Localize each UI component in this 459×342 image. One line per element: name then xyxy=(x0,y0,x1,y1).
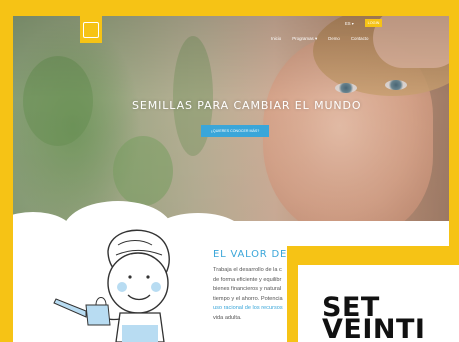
login-button[interactable]: LOGIN xyxy=(365,19,382,27)
hero-banner: ES ▾ LOGIN Inicio Programas ▾ Demo Conta… xyxy=(13,16,449,221)
watering-can-spout xyxy=(53,298,87,318)
site-logo[interactable] xyxy=(80,16,102,43)
hero-title: SEMILLAS PARA CAMBIAR EL MUNDO xyxy=(132,99,362,112)
nav-item-inicio[interactable]: Inicio xyxy=(271,36,281,42)
boy-eye xyxy=(128,275,132,279)
logo-mark-icon xyxy=(83,21,99,38)
watering-can xyxy=(85,304,111,326)
main-nav: Inicio Programas ▾ Demo Contacto xyxy=(271,36,368,42)
boy-illustration xyxy=(53,229,170,342)
card-title: SET VEINTI xyxy=(322,292,426,342)
boy-cheek xyxy=(117,282,127,292)
nav-item-programas[interactable]: Programas ▾ xyxy=(292,36,317,42)
boy-overalls xyxy=(122,325,158,342)
product-card: SET VEINTI xyxy=(298,265,459,342)
hero-overlay xyxy=(13,16,449,221)
language-selector[interactable]: ES ▾ xyxy=(345,21,354,26)
nav-item-demo[interactable]: Demo xyxy=(328,36,340,42)
watering-can-handle xyxy=(95,297,107,306)
boy-cheek xyxy=(151,282,161,292)
hero-cta-button[interactable]: ¿QUIERES CONOCER MÁS? xyxy=(201,125,269,137)
nav-item-contacto[interactable]: Contacto xyxy=(351,36,369,42)
boy-eye xyxy=(146,275,150,279)
